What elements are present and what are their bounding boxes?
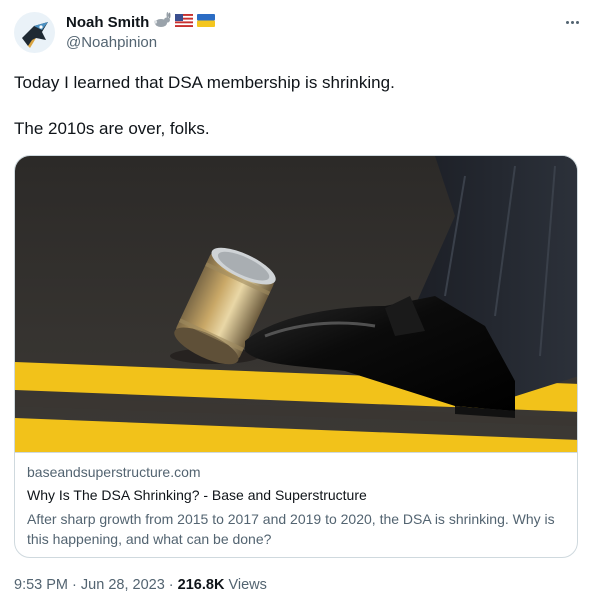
link-preview-card[interactable]: baseandsuperstructure.com Why Is The DSA… <box>14 155 578 558</box>
card-domain: baseandsuperstructure.com <box>27 464 201 480</box>
tweet-text: Today I learned that DSA membership is s… <box>14 72 574 140</box>
tweet: Noah Smith @Noahpinion Today I learned t… <box>0 0 594 611</box>
tweet-time[interactable]: 9:53 PM <box>14 577 68 593</box>
author-name-row: Noah Smith <box>66 12 216 33</box>
us-flag-icon <box>175 13 194 32</box>
bird-avatar-icon <box>14 12 55 53</box>
views-label: Views <box>228 577 267 593</box>
card-title: Why Is The DSA Shrinking? - Base and Sup… <box>27 487 367 503</box>
author-display-name[interactable]: Noah Smith <box>66 14 149 31</box>
rabbit-icon <box>153 12 171 33</box>
views-count: 216.8K <box>177 577 225 593</box>
tweet-meta: 9:53 PM · Jun 28, 2023 · 216.8K Views <box>14 577 267 593</box>
tweet-paragraph: Today I learned that DSA membership is s… <box>14 73 395 92</box>
meta-separator: · <box>72 577 77 593</box>
avatar[interactable] <box>14 12 55 53</box>
tweet-paragraph: The 2010s are over, folks. <box>14 119 210 138</box>
card-description: After sharp growth from 2015 to 2017 and… <box>27 511 555 547</box>
shoe-kicking-can-image[interactable] <box>15 156 577 453</box>
tweet-date[interactable]: Jun 28, 2023 <box>81 577 165 593</box>
meta-separator: · <box>168 577 174 593</box>
ukraine-flag-icon <box>197 13 216 32</box>
more-options-icon[interactable] <box>560 12 584 32</box>
author-handle[interactable]: @Noahpinion <box>66 34 157 51</box>
